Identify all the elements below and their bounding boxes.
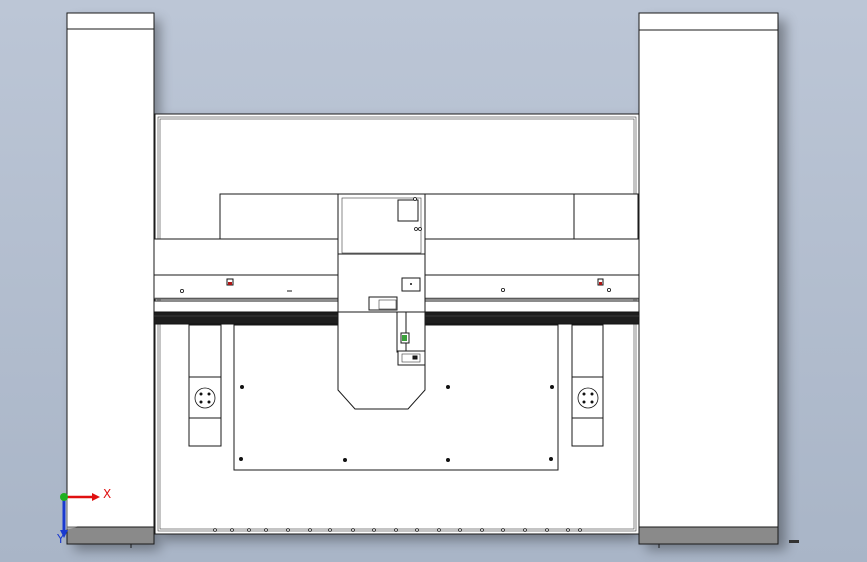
small-marker: [789, 540, 799, 543]
carriage-head[interactable]: [337, 193, 426, 410]
left-pillar[interactable]: [66, 12, 155, 548]
cad-viewport[interactable]: X Y: [0, 0, 867, 562]
y-axis-label: Y: [56, 532, 65, 546]
x-axis-label: X: [103, 487, 111, 501]
y-axis-dot: [60, 493, 68, 501]
drawing-canvas[interactable]: X Y: [0, 0, 867, 562]
upper-beam[interactable]: [219, 193, 639, 240]
right-pillar[interactable]: [638, 12, 799, 548]
left-clamp[interactable]: [188, 324, 222, 447]
right-clamp[interactable]: [571, 324, 604, 447]
